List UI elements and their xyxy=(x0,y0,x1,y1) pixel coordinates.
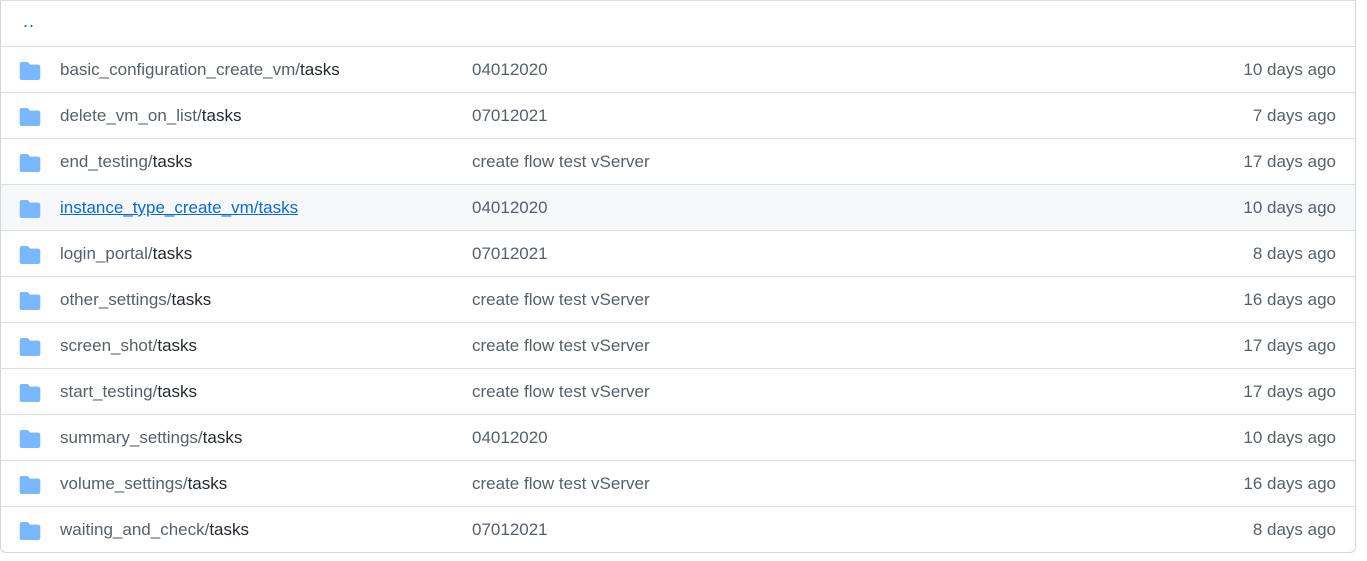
folder-icon xyxy=(19,200,41,218)
folder-icon xyxy=(19,62,41,80)
commit-message-link[interactable]: create flow test vServer xyxy=(472,382,650,402)
commit-message-link[interactable]: create flow test vServer xyxy=(472,474,650,494)
commit-age: 10 days ago xyxy=(1243,60,1336,79)
subdirectory-name: tasks xyxy=(157,382,198,401)
directory-name: screen_shot/ xyxy=(60,336,158,355)
commit-message-link[interactable]: 07012021 xyxy=(472,520,548,540)
folder-icon xyxy=(19,292,41,310)
subdirectory-name: tasks xyxy=(152,152,193,171)
folder-icon xyxy=(19,522,41,540)
commit-age: 17 days ago xyxy=(1243,152,1336,171)
subdirectory-name: tasks xyxy=(258,198,299,217)
directory-link[interactable]: start_testing/tasks xyxy=(60,382,197,402)
directory-link[interactable]: other_settings/tasks xyxy=(60,290,211,310)
subdirectory-name: tasks xyxy=(209,520,250,539)
directory-link[interactable]: waiting_and_check/tasks xyxy=(60,520,249,540)
table-row[interactable]: delete_vm_on_list/tasks 07012021 7 days … xyxy=(1,92,1355,138)
commit-message-link[interactable]: 04012020 xyxy=(472,198,548,218)
folder-icon xyxy=(19,476,41,494)
commit-age: 7 days ago xyxy=(1252,106,1336,125)
subdirectory-name: tasks xyxy=(201,106,242,125)
table-row[interactable]: waiting_and_check/tasks 07012021 8 days … xyxy=(1,506,1355,552)
directory-name: volume_settings/ xyxy=(60,474,188,493)
subdirectory-name: tasks xyxy=(202,428,243,447)
file-list: .. basic_configuration_create_vm/tasks 0… xyxy=(0,0,1356,553)
commit-age: 10 days ago xyxy=(1243,198,1336,217)
directory-link[interactable]: instance_type_create_vm/tasks xyxy=(60,198,298,218)
directory-name: end_testing/ xyxy=(60,152,153,171)
commit-message-link[interactable]: 04012020 xyxy=(472,60,548,80)
directory-link[interactable]: end_testing/tasks xyxy=(60,152,192,172)
directory-link[interactable]: basic_configuration_create_vm/tasks xyxy=(60,60,340,80)
directory-name: basic_configuration_create_vm/ xyxy=(60,60,301,79)
commit-message-link[interactable]: 07012021 xyxy=(472,244,548,264)
commit-age: 16 days ago xyxy=(1243,474,1336,493)
directory-name: login_portal/ xyxy=(60,244,153,263)
table-row[interactable]: login_portal/tasks 07012021 8 days ago xyxy=(1,230,1355,276)
subdirectory-name: tasks xyxy=(157,336,198,355)
folder-icon xyxy=(19,338,41,356)
directory-name: summary_settings/ xyxy=(60,428,203,447)
folder-icon xyxy=(19,154,41,172)
directory-name: delete_vm_on_list/ xyxy=(60,106,202,125)
table-row[interactable]: start_testing/tasks create flow test vSe… xyxy=(1,368,1355,414)
folder-icon xyxy=(19,108,41,126)
folder-icon xyxy=(19,430,41,448)
directory-name: start_testing/ xyxy=(60,382,158,401)
commit-age: 10 days ago xyxy=(1243,428,1336,447)
table-row[interactable]: volume_settings/tasks create flow test v… xyxy=(1,460,1355,506)
commit-message-link[interactable]: 07012021 xyxy=(472,106,548,126)
commit-message-link[interactable]: create flow test vServer xyxy=(472,152,650,172)
commit-age: 17 days ago xyxy=(1243,382,1336,401)
directory-link[interactable]: screen_shot/tasks xyxy=(60,336,197,356)
subdirectory-name: tasks xyxy=(187,474,228,493)
commit-message-link[interactable]: 04012020 xyxy=(472,428,548,448)
parent-directory-row[interactable]: .. xyxy=(1,1,1355,46)
table-row[interactable]: end_testing/tasks create flow test vServ… xyxy=(1,138,1355,184)
table-row[interactable]: summary_settings/tasks 04012020 10 days … xyxy=(1,414,1355,460)
subdirectory-name: tasks xyxy=(300,60,340,79)
table-row[interactable]: screen_shot/tasks create flow test vServ… xyxy=(1,322,1355,368)
subdirectory-name: tasks xyxy=(152,244,193,263)
directory-link[interactable]: delete_vm_on_list/tasks xyxy=(60,106,241,126)
commit-age: 8 days ago xyxy=(1252,244,1336,263)
table-row[interactable]: other_settings/tasks create flow test vS… xyxy=(1,276,1355,322)
table-row[interactable]: basic_configuration_create_vm/tasks 0401… xyxy=(1,46,1355,92)
subdirectory-name: tasks xyxy=(171,290,212,309)
commit-age: 17 days ago xyxy=(1243,336,1336,355)
directory-link[interactable]: volume_settings/tasks xyxy=(60,474,227,494)
directory-name: other_settings/ xyxy=(60,290,172,309)
commit-message-link[interactable]: create flow test vServer xyxy=(472,290,650,310)
commit-age: 8 days ago xyxy=(1252,520,1336,539)
directory-link[interactable]: login_portal/tasks xyxy=(60,244,192,264)
table-row[interactable]: instance_type_create_vm/tasks 04012020 1… xyxy=(1,184,1355,230)
commit-age: 16 days ago xyxy=(1243,290,1336,309)
commit-message-link[interactable]: create flow test vServer xyxy=(472,336,650,356)
directory-name: instance_type_create_vm/ xyxy=(60,198,259,217)
parent-directory-link[interactable]: .. xyxy=(23,11,35,32)
folder-icon xyxy=(19,246,41,264)
directory-link[interactable]: summary_settings/tasks xyxy=(60,428,242,448)
directory-name: waiting_and_check/ xyxy=(60,520,210,539)
folder-icon xyxy=(19,384,41,402)
